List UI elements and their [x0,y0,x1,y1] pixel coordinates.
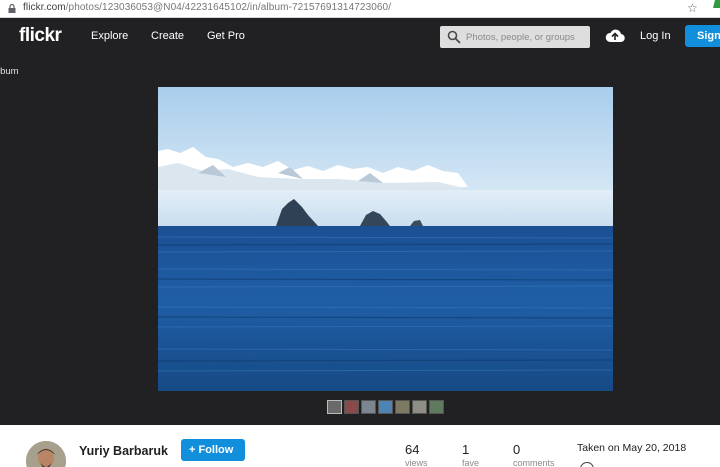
info-circle-icon[interactable] [580,462,594,467]
extension-icon[interactable] [710,0,720,8]
thumbnail[interactable] [361,400,376,414]
back-to-album-link[interactable]: lbum [0,66,19,77]
thumbnail[interactable] [429,400,444,414]
nav-get-pro[interactable]: Get Pro [207,30,245,42]
nav-explore[interactable]: Explore [91,30,128,42]
faves-label: fave [462,458,480,467]
author-name[interactable]: Yuriy Barbaruk [79,444,168,458]
bookmark-star-icon[interactable]: ☆ [687,1,698,15]
page: flickr.com/photos/123036053@N04/42231645… [0,0,720,467]
thumbnail[interactable] [412,400,427,414]
thumbnail[interactable] [327,400,342,414]
search-icon[interactable] [447,30,461,44]
signup-button[interactable]: Sign [685,25,720,47]
lock-icon [8,4,16,13]
url-domain: flickr.com [23,2,66,13]
taken-date: Taken on May 20, 2018 [577,442,687,454]
views-count: 64 [405,442,420,457]
thumbnail-strip [327,400,444,414]
comments-count: 0 [513,442,521,457]
nav-create[interactable]: Create [151,30,184,42]
main-photo[interactable] [158,87,613,391]
site-header: flickr Explore Create Get Pro Log In Sig… [0,18,720,54]
thumbnail[interactable] [395,400,410,414]
avatar-portrait-icon [26,441,66,467]
views-label: views [405,458,428,467]
follow-button[interactable]: + Follow [181,439,245,461]
flickr-logo[interactable]: flickr [19,25,62,47]
faves-count: 1 [462,442,470,457]
comments-label: comments [513,458,555,467]
search-box[interactable] [440,26,590,48]
thumbnail[interactable] [344,400,359,414]
login-link[interactable]: Log In [640,30,671,42]
avatar[interactable] [26,441,66,467]
search-input[interactable] [466,26,588,48]
url-text[interactable]: flickr.com/photos/123036053@N04/42231645… [23,2,391,13]
photo-info-bar: Yuriy Barbaruk + Follow 64 views 1 fave … [0,425,720,467]
url-path: /photos/123036053@N04/42231645102/in/alb… [65,2,392,13]
upload-cloud-icon[interactable] [605,28,625,44]
follow-label: Follow [198,444,234,456]
thumbnail[interactable] [378,400,393,414]
browser-address-bar[interactable]: flickr.com/photos/123036053@N04/42231645… [0,0,720,18]
